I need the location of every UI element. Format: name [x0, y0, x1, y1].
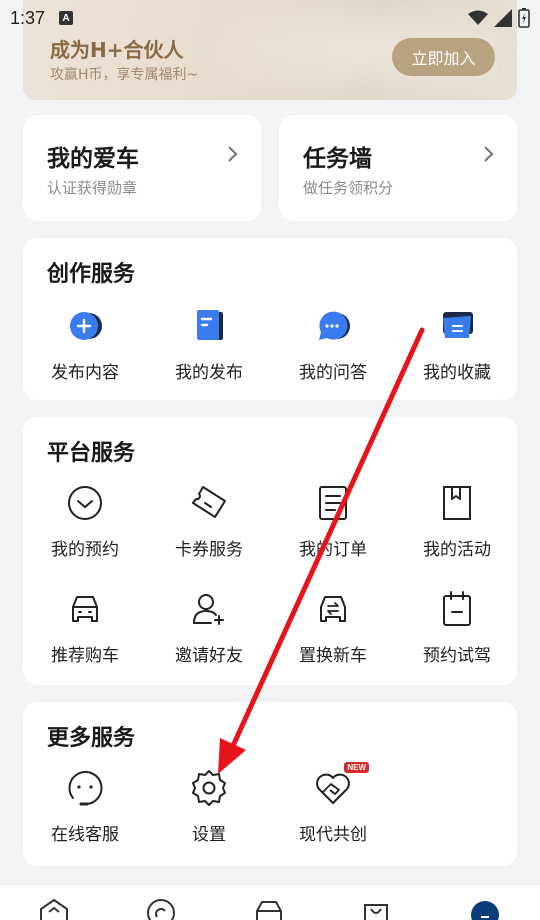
status-time: 1:37 — [10, 7, 46, 28]
platform-services-title: 平台服务 — [47, 441, 136, 466]
plus-bubble-icon — [65, 306, 105, 346]
compass-icon — [147, 899, 175, 920]
my-activities-item[interactable]: 我的活动 — [395, 483, 519, 560]
trade-in-item[interactable]: 置换新车 — [271, 589, 395, 666]
my-posts-label: 我的发布 — [175, 363, 243, 383]
clock-circle-icon — [65, 483, 105, 523]
my-orders-item[interactable]: 我的订单 — [271, 483, 395, 560]
recommend-car-label: 推荐购车 — [51, 646, 119, 666]
home-icon — [40, 898, 68, 920]
publish-content-item[interactable]: 发布内容 — [23, 306, 147, 383]
my-appointments-label: 我的预约 — [51, 540, 119, 560]
test-drive-item[interactable]: 预约试驾 — [395, 589, 519, 666]
order-list-icon — [313, 483, 353, 523]
join-now-button[interactable]: 立即加入 — [392, 38, 495, 76]
heart-handshake-icon: NEW — [313, 762, 369, 808]
car-icon — [65, 589, 105, 629]
profile-icon — [471, 901, 499, 920]
my-car-title: 我的爱车 — [47, 146, 139, 172]
invite-friends-item[interactable]: 邀请好友 — [147, 589, 271, 666]
my-orders-label: 我的订单 — [299, 540, 367, 560]
shopping-bag-icon — [364, 904, 388, 920]
folder-icon — [437, 306, 477, 346]
chat-bubble-icon — [313, 306, 353, 346]
banner-subtitle: 攻赢H币，享专属福利~ — [50, 67, 199, 83]
my-qa-item[interactable]: 我的问答 — [271, 306, 395, 383]
battery-icon — [518, 8, 530, 28]
my-favorites-label: 我的收藏 — [423, 363, 491, 383]
creation-services-card: 创作服务 发布内容 我的发布 我的问答 我的收藏 — [23, 238, 517, 400]
creation-services-title: 创作服务 — [47, 262, 136, 287]
nav-discover[interactable] — [143, 897, 179, 920]
wifi-icon — [468, 10, 488, 25]
more-services-title: 更多服务 — [47, 726, 136, 751]
notification-a-icon: A — [59, 11, 74, 25]
nav-shop[interactable] — [358, 897, 394, 920]
hyundai-co-creation-label: 现代共创 — [299, 825, 367, 845]
online-support-item[interactable]: 在线客服 — [23, 768, 147, 845]
customer-service-icon — [65, 768, 105, 808]
nav-car[interactable] — [251, 897, 287, 920]
platform-services-card: 平台服务 我的预约 卡券服务 我的订单 我的活动 推荐购车 邀请好友 置换新车 … — [23, 417, 517, 685]
hyundai-co-creation-item[interactable]: NEW 现代共创 — [271, 762, 395, 845]
gear-icon — [189, 768, 229, 808]
more-services-card: 更多服务 在线客服 设置 NEW 现代共创 — [23, 702, 517, 866]
car-exchange-icon — [313, 589, 353, 629]
my-car-subtitle: 认证获得勋章 — [47, 179, 138, 197]
my-car-card[interactable]: 我的爱车 认证获得勋章 — [23, 115, 261, 221]
my-activities-label: 我的活动 — [423, 540, 491, 560]
coupon-service-label: 卡券服务 — [175, 540, 243, 560]
my-favorites-item[interactable]: 我的收藏 — [395, 306, 519, 383]
car-nav-icon — [256, 901, 282, 920]
my-appointments-item[interactable]: 我的预约 — [23, 483, 147, 560]
document-icon — [189, 306, 229, 346]
task-wall-subtitle: 做任务领积分 — [303, 179, 394, 197]
bottom-nav — [0, 884, 540, 920]
settings-item[interactable]: 设置 — [147, 768, 271, 845]
signal-icon — [494, 9, 512, 27]
bookmark-icon — [437, 483, 477, 523]
banner-title: 成为H+合伙人 — [50, 38, 184, 62]
coupon-service-item[interactable]: 卡券服务 — [147, 483, 271, 560]
new-badge: NEW — [344, 762, 369, 773]
settings-label: 设置 — [192, 825, 226, 845]
chevron-right-icon — [484, 146, 494, 162]
my-posts-item[interactable]: 我的发布 — [147, 306, 271, 383]
calendar-icon — [437, 589, 477, 629]
test-drive-label: 预约试驾 — [423, 646, 491, 666]
trade-in-label: 置换新车 — [299, 646, 367, 666]
nav-profile[interactable] — [467, 897, 503, 920]
add-user-icon — [189, 589, 229, 629]
invite-friends-label: 邀请好友 — [175, 646, 243, 666]
publish-content-label: 发布内容 — [51, 363, 119, 383]
nav-home[interactable] — [36, 897, 72, 920]
status-bar: 1:37 A — [0, 0, 540, 36]
task-wall-title: 任务墙 — [303, 146, 372, 172]
my-qa-label: 我的问答 — [299, 363, 367, 383]
recommend-car-item[interactable]: 推荐购车 — [23, 589, 147, 666]
online-support-label: 在线客服 — [51, 825, 119, 845]
ticket-icon — [189, 483, 229, 523]
task-wall-card[interactable]: 任务墙 做任务领积分 — [279, 115, 517, 221]
chevron-right-icon — [228, 146, 238, 162]
